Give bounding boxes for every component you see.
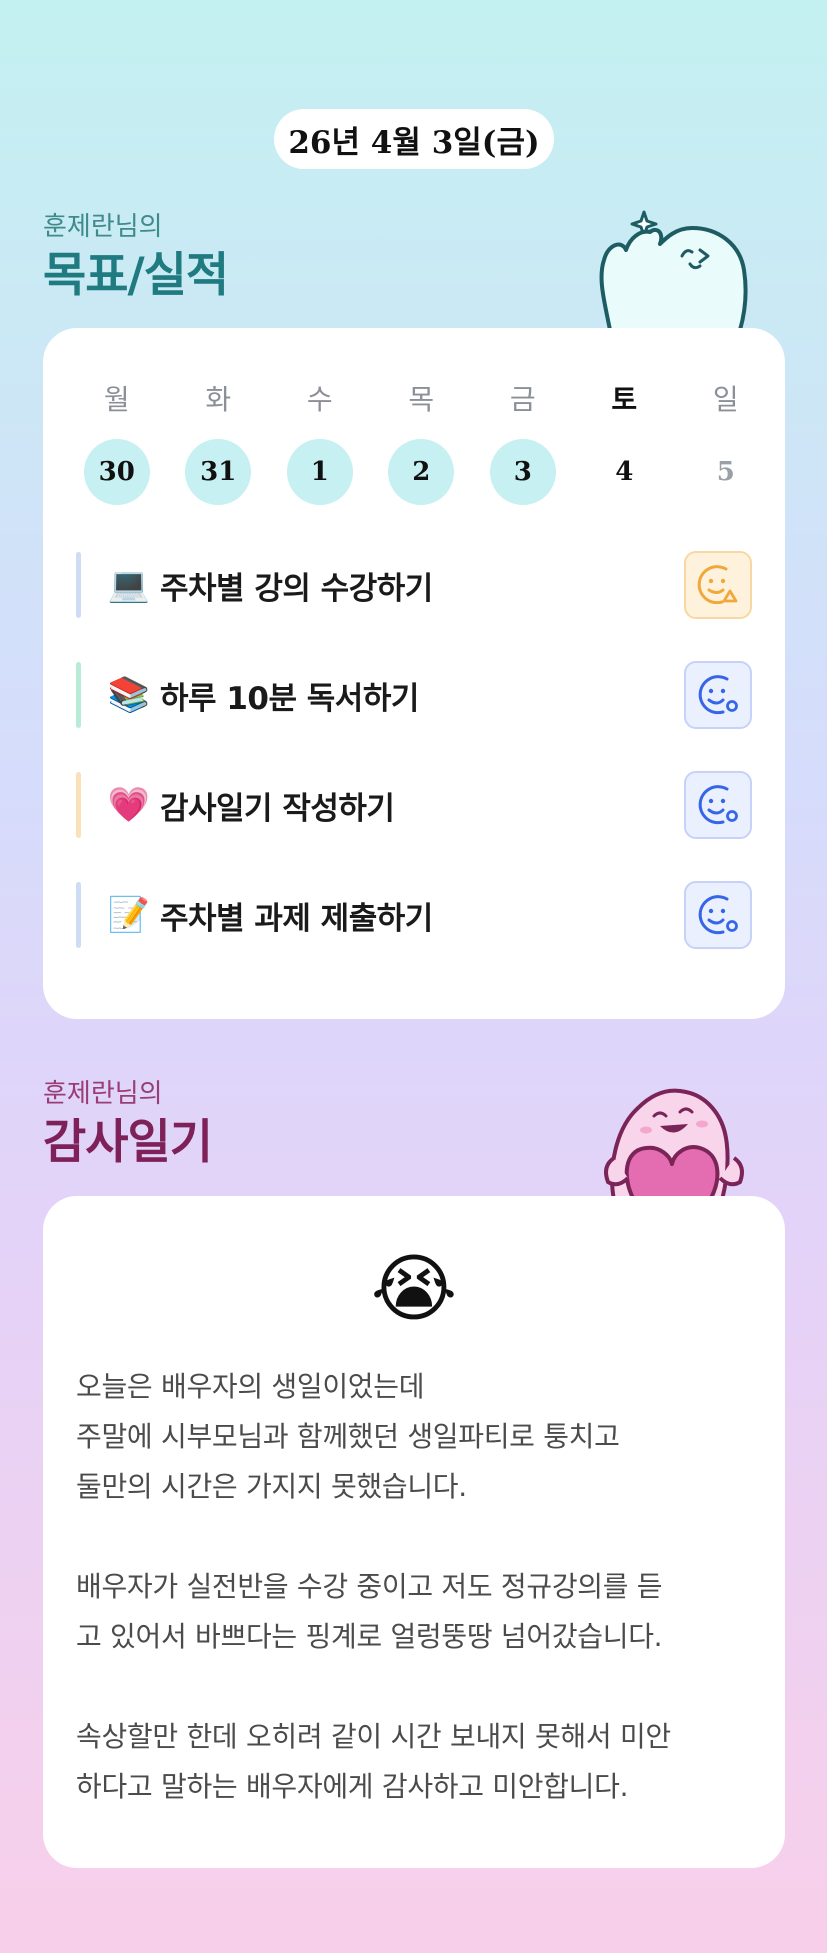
day-circle-completed[interactable]: 1 [286,439,353,505]
smile-face-icon [698,895,738,935]
diary-line [76,1662,766,1712]
warning-face-icon [697,565,738,605]
goal-color-bar [76,772,81,838]
weekday-header-row: 월 화 수 목 금 토 일 [43,378,785,418]
day-circle-completed[interactable]: 31 [185,439,252,505]
goal-item[interactable]: 📝 주차별 과제 제출하기 [76,881,752,949]
diary-body: 오늘은 배우자의 생일이었는데 주말에 시부모님과 함께했던 생일파티로 퉁치고… [76,1362,766,1812]
mascot-heart-illustration [604,1088,744,1200]
goal-item[interactable]: 💗 감사일기 작성하기 [76,771,752,839]
day-circle-future[interactable]: 5 [693,439,759,505]
crying-face-icon: 😭 [370,1246,458,1332]
diary-line: 둘만의 시간은 가지지 못했습니다. [76,1470,467,1503]
weekday-label: 일 [712,383,739,416]
laptop-icon: 💻 [107,565,151,605]
books-icon: 📚 [107,675,151,715]
diary-line: 하다고 말하는 배우자에게 감사하고 미안합니다. [76,1770,629,1803]
day-circle-completed[interactable]: 3 [489,439,556,505]
goal-label: 감사일기 작성하기 [160,790,395,827]
day-circle-completed[interactable]: 2 [388,439,455,505]
goal-color-bar [76,552,81,618]
goal-item[interactable]: 📚 하루 10분 독서하기 [76,661,752,729]
goal-color-bar [76,882,81,948]
day-row: 30 31 1 2 3 4 5 [43,438,785,506]
goal-color-bar [76,662,81,728]
date-pill[interactable]: 26년 4월 3일(금) [274,109,554,169]
weekday-label: 금 [509,383,536,416]
diary-line: 고 있어서 바쁘다는 핑계로 얼렁뚱땅 넘어갔습니다. [76,1620,663,1653]
goal-label: 하루 10분 독서하기 [160,680,419,717]
memo-icon: 📝 [107,895,151,935]
diary-line: 오늘은 배우자의 생일이었는데 [76,1370,425,1403]
goal-status-button[interactable] [684,771,752,839]
smile-face-icon [698,785,738,825]
diary-title: 감사일기 [43,1115,213,1170]
mascot-thumbs-up-illustration [599,210,748,330]
diary-line [76,1512,766,1562]
goal-item[interactable]: 💻 주차별 강의 수강하기 [76,551,752,619]
heart-icon: 💗 [107,785,151,825]
diary-card: 😭 오늘은 배우자의 생일이었는데 주말에 시부모님과 함께했던 생일파티로 퉁… [43,1196,785,1868]
diary-line: 배우자가 실전반을 수강 중이고 저도 정규강의를 듣 [76,1570,663,1603]
goal-status-button[interactable] [684,661,752,729]
weekday-label: 목 [408,383,435,416]
goal-label: 주차별 과제 제출하기 [160,900,433,937]
weekday-label: 수 [306,383,333,416]
day-circle-today[interactable]: 4 [591,439,657,505]
diary-line: 주말에 시부모님과 함께했던 생일파티로 퉁치고 [76,1420,620,1453]
weekday-label-today: 토 [611,383,638,416]
goals-card: 월 화 수 목 금 토 일 30 31 1 2 3 4 5 💻 주차별 강의 수… [43,328,785,1019]
weekday-label: 월 [103,383,130,416]
smile-face-icon [698,675,738,715]
goal-status-button[interactable] [684,551,752,619]
day-circle-completed[interactable]: 30 [83,439,150,505]
goals-title: 목표/실적 [43,248,229,303]
goal-label: 주차별 강의 수강하기 [160,570,433,607]
diary-line: 속상할만 한데 오히려 같이 시간 보내지 못해서 미안 [76,1720,671,1753]
goal-status-button[interactable] [684,881,752,949]
weekday-label: 화 [205,383,232,416]
